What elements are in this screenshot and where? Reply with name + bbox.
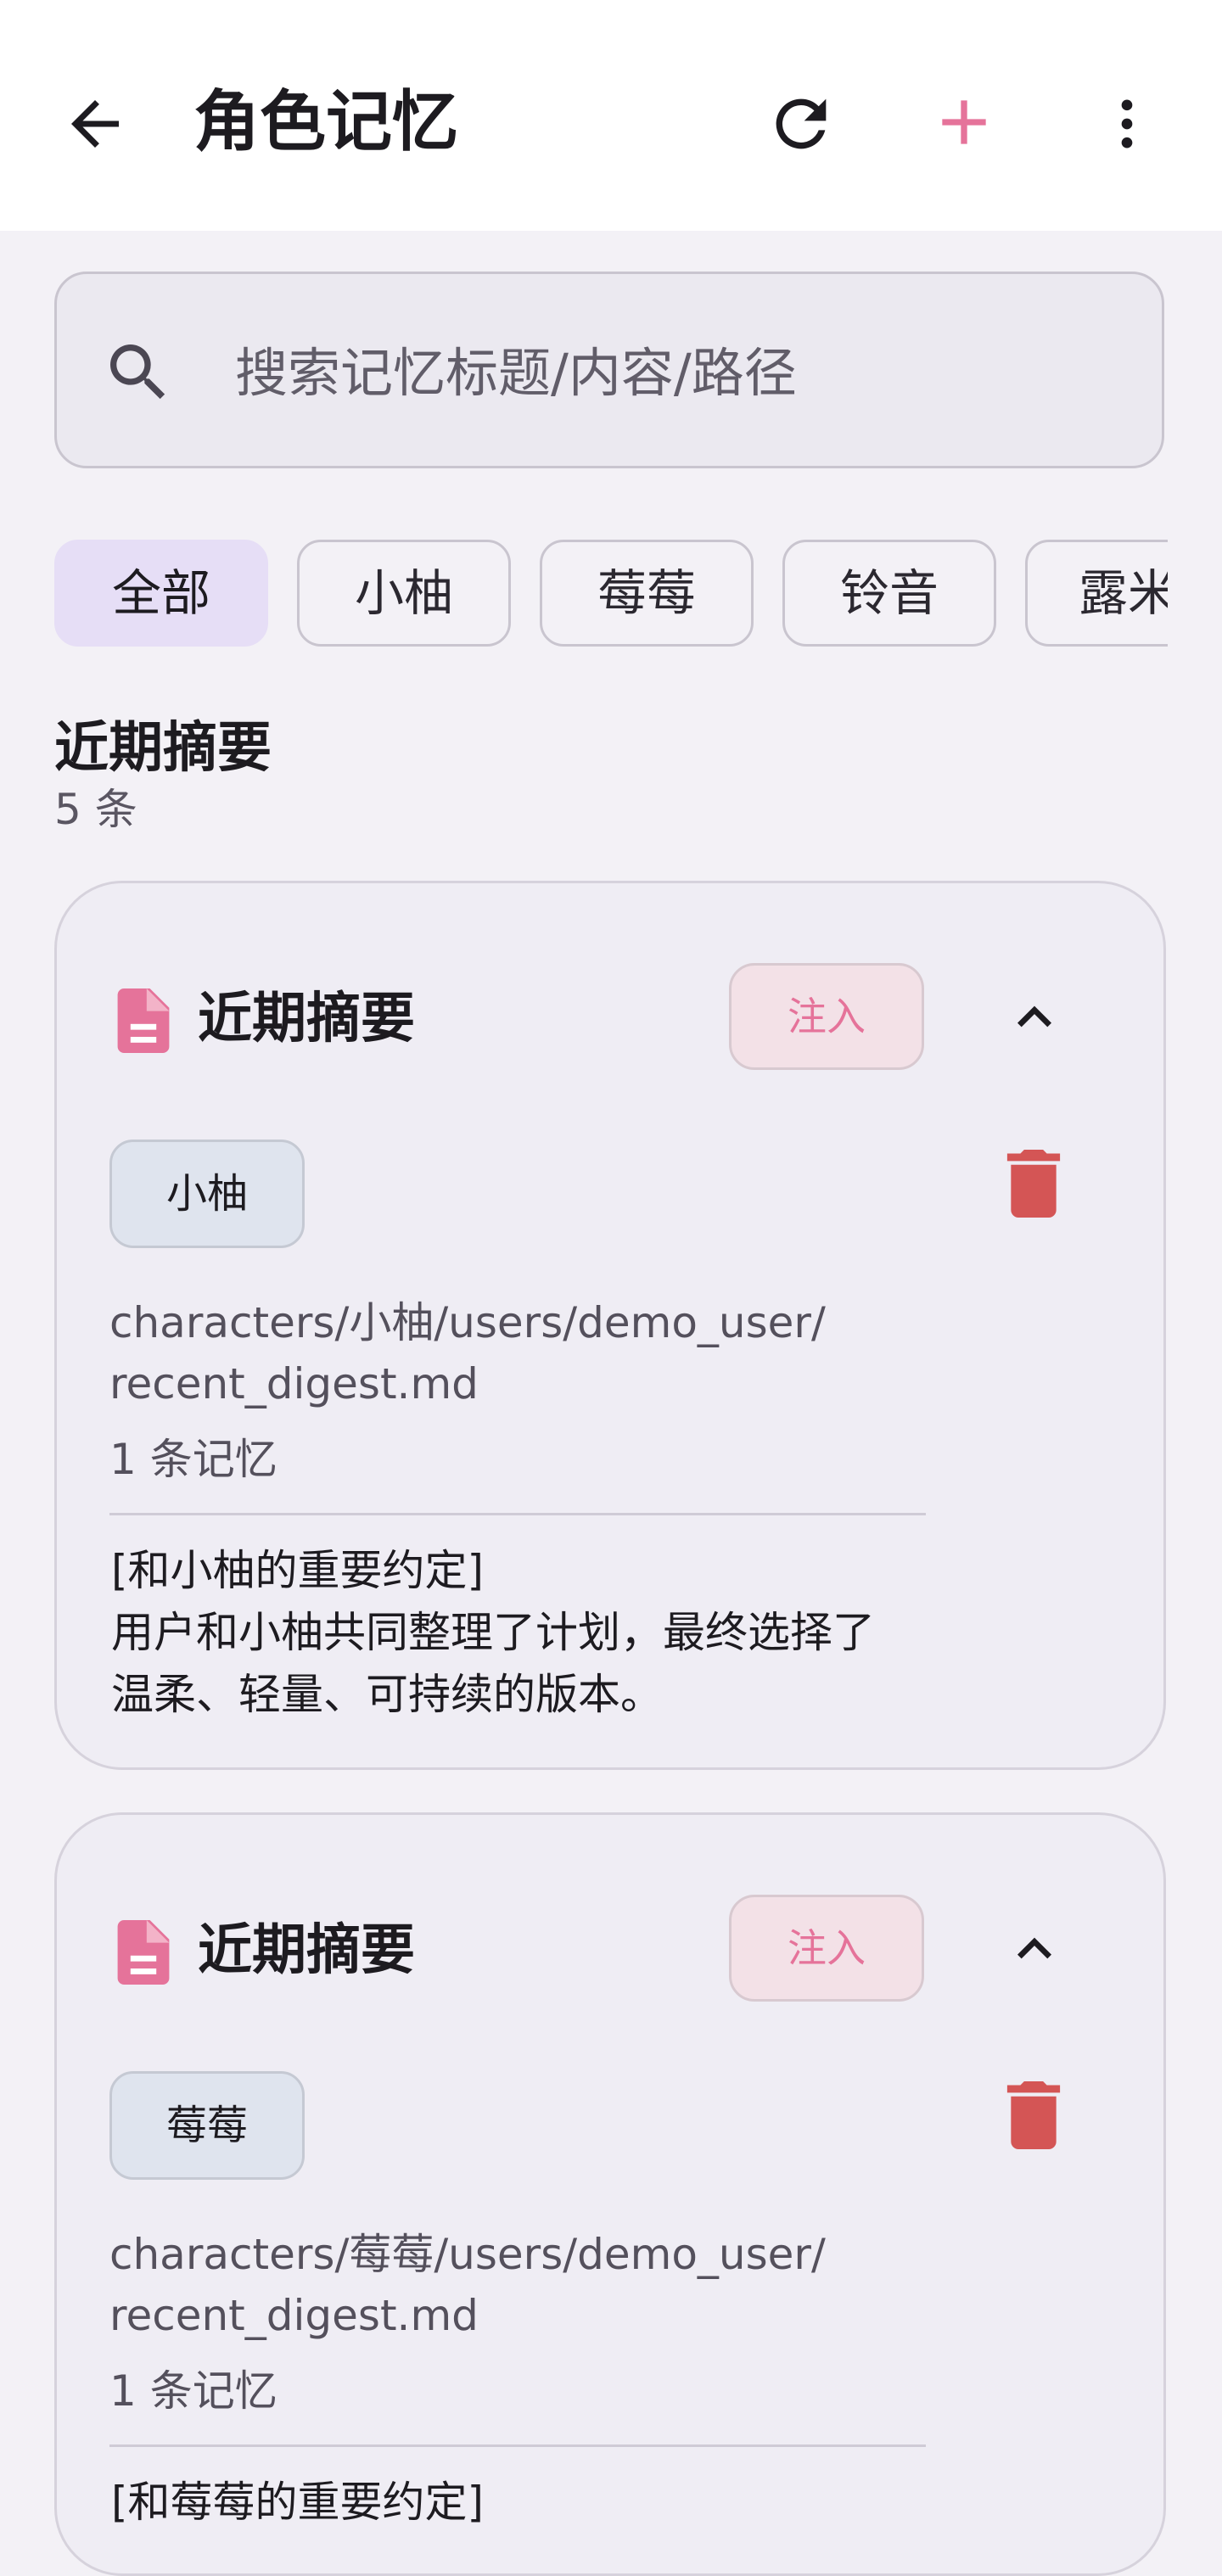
memory-card: 近期摘要 注入 莓莓 characters/莓莓/users/demo_user… xyxy=(54,1812,1166,2576)
chevron-up-icon[interactable] xyxy=(1001,983,1068,1051)
section-count: 5 条 xyxy=(54,785,137,834)
search-input[interactable] xyxy=(233,325,1119,420)
chip-lumi[interactable]: 露米 xyxy=(1025,540,1168,647)
content-line: 用户和小柚共同整理了计划，最终选择了 xyxy=(111,1608,875,1657)
memory-path: characters/莓莓/users/demo_user/ recent_di… xyxy=(109,2230,826,2340)
chip-lingyin[interactable]: 铃音 xyxy=(782,540,996,647)
inject-button[interactable]: 注入 xyxy=(729,1895,924,2002)
memory-count: 1 条记忆 xyxy=(109,1435,277,1484)
content-title: [和小柚的重要约定] xyxy=(111,1546,485,1595)
document-icon xyxy=(117,1920,170,1985)
memory-content: [和小柚的重要约定] 用户和小柚共同整理了计划，最终选择了 温柔、轻量、可持续的… xyxy=(111,1540,960,1726)
search-icon xyxy=(110,344,165,400)
add-icon[interactable] xyxy=(927,85,1001,160)
content-title: [和莓莓的重要约定] xyxy=(111,2478,485,2527)
chevron-up-icon[interactable] xyxy=(1001,1915,1068,1983)
delete-icon[interactable] xyxy=(1006,2081,1062,2149)
section-title: 近期摘要 xyxy=(54,717,272,780)
character-filter-chips: 全部 小柚 莓莓 铃音 露米 xyxy=(54,540,1168,648)
card-title: 近期摘要 xyxy=(198,1919,415,1982)
refresh-icon[interactable] xyxy=(764,87,838,161)
divider xyxy=(109,1513,926,1515)
more-vert-icon[interactable] xyxy=(1095,87,1159,161)
chip-meimei[interactable]: 莓莓 xyxy=(540,540,754,647)
memory-content: [和莓莓的重要约定] xyxy=(111,2472,960,2534)
character-tag: 莓莓 xyxy=(109,2071,305,2180)
card-title: 近期摘要 xyxy=(198,988,415,1050)
chip-all[interactable]: 全部 xyxy=(54,540,268,647)
delete-icon[interactable] xyxy=(1006,1150,1062,1218)
character-tag: 小柚 xyxy=(109,1140,305,1248)
search-field xyxy=(54,272,1164,468)
content-line: 温柔、轻量、可持续的版本。 xyxy=(111,1670,663,1719)
app-bar: 角色记忆 xyxy=(0,0,1222,231)
page-title: 角色记忆 xyxy=(193,84,459,160)
memory-path: characters/小柚/users/demo_user/ recent_di… xyxy=(109,1298,826,1408)
divider xyxy=(109,2444,926,2447)
chip-xiaoyou[interactable]: 小柚 xyxy=(297,540,511,647)
arrow-back-icon[interactable] xyxy=(59,88,131,160)
memory-card: 近期摘要 注入 小柚 characters/小柚/users/demo_user… xyxy=(54,881,1166,1770)
memory-count: 1 条记忆 xyxy=(109,2366,277,2416)
document-icon xyxy=(117,988,170,1053)
inject-button[interactable]: 注入 xyxy=(729,963,924,1070)
